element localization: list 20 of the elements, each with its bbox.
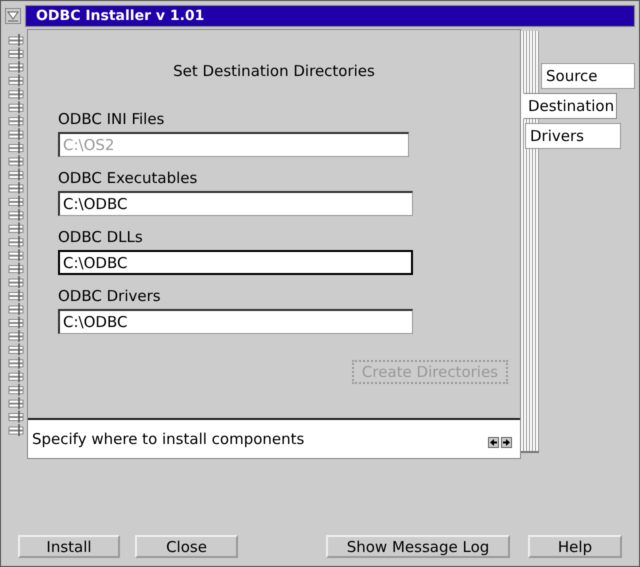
directory-field[interactable]: C:\ODBC xyxy=(58,191,413,216)
field-label: ODBC INI Files xyxy=(58,110,166,128)
dialog-button[interactable]: Help xyxy=(528,535,622,558)
window-title: ODBC Installer v 1.01 xyxy=(25,5,635,27)
field-label: ODBC DLLs xyxy=(58,228,144,246)
page-heading: Set Destination Directories xyxy=(172,62,376,80)
dialog-button[interactable]: Close xyxy=(135,535,238,558)
system-menu-icon[interactable] xyxy=(5,8,21,24)
dialog-button[interactable]: Show Message Log xyxy=(326,535,510,558)
notebook-tab[interactable]: Destination xyxy=(523,93,617,119)
notebook-tab[interactable]: Source xyxy=(541,63,635,89)
directory-field[interactable]: C:\ODBC xyxy=(58,250,413,275)
previous-page-icon[interactable] xyxy=(488,436,499,448)
directory-field[interactable]: C:\ODBC xyxy=(58,309,413,334)
field-label: ODBC Executables xyxy=(58,169,198,187)
field-label: ODBC Drivers xyxy=(58,287,162,305)
dialog-button[interactable]: Install xyxy=(18,535,120,558)
notebook-tab[interactable]: Drivers xyxy=(525,123,621,149)
next-page-icon[interactable] xyxy=(501,436,512,448)
status-text: Specify where to install components xyxy=(32,430,304,448)
